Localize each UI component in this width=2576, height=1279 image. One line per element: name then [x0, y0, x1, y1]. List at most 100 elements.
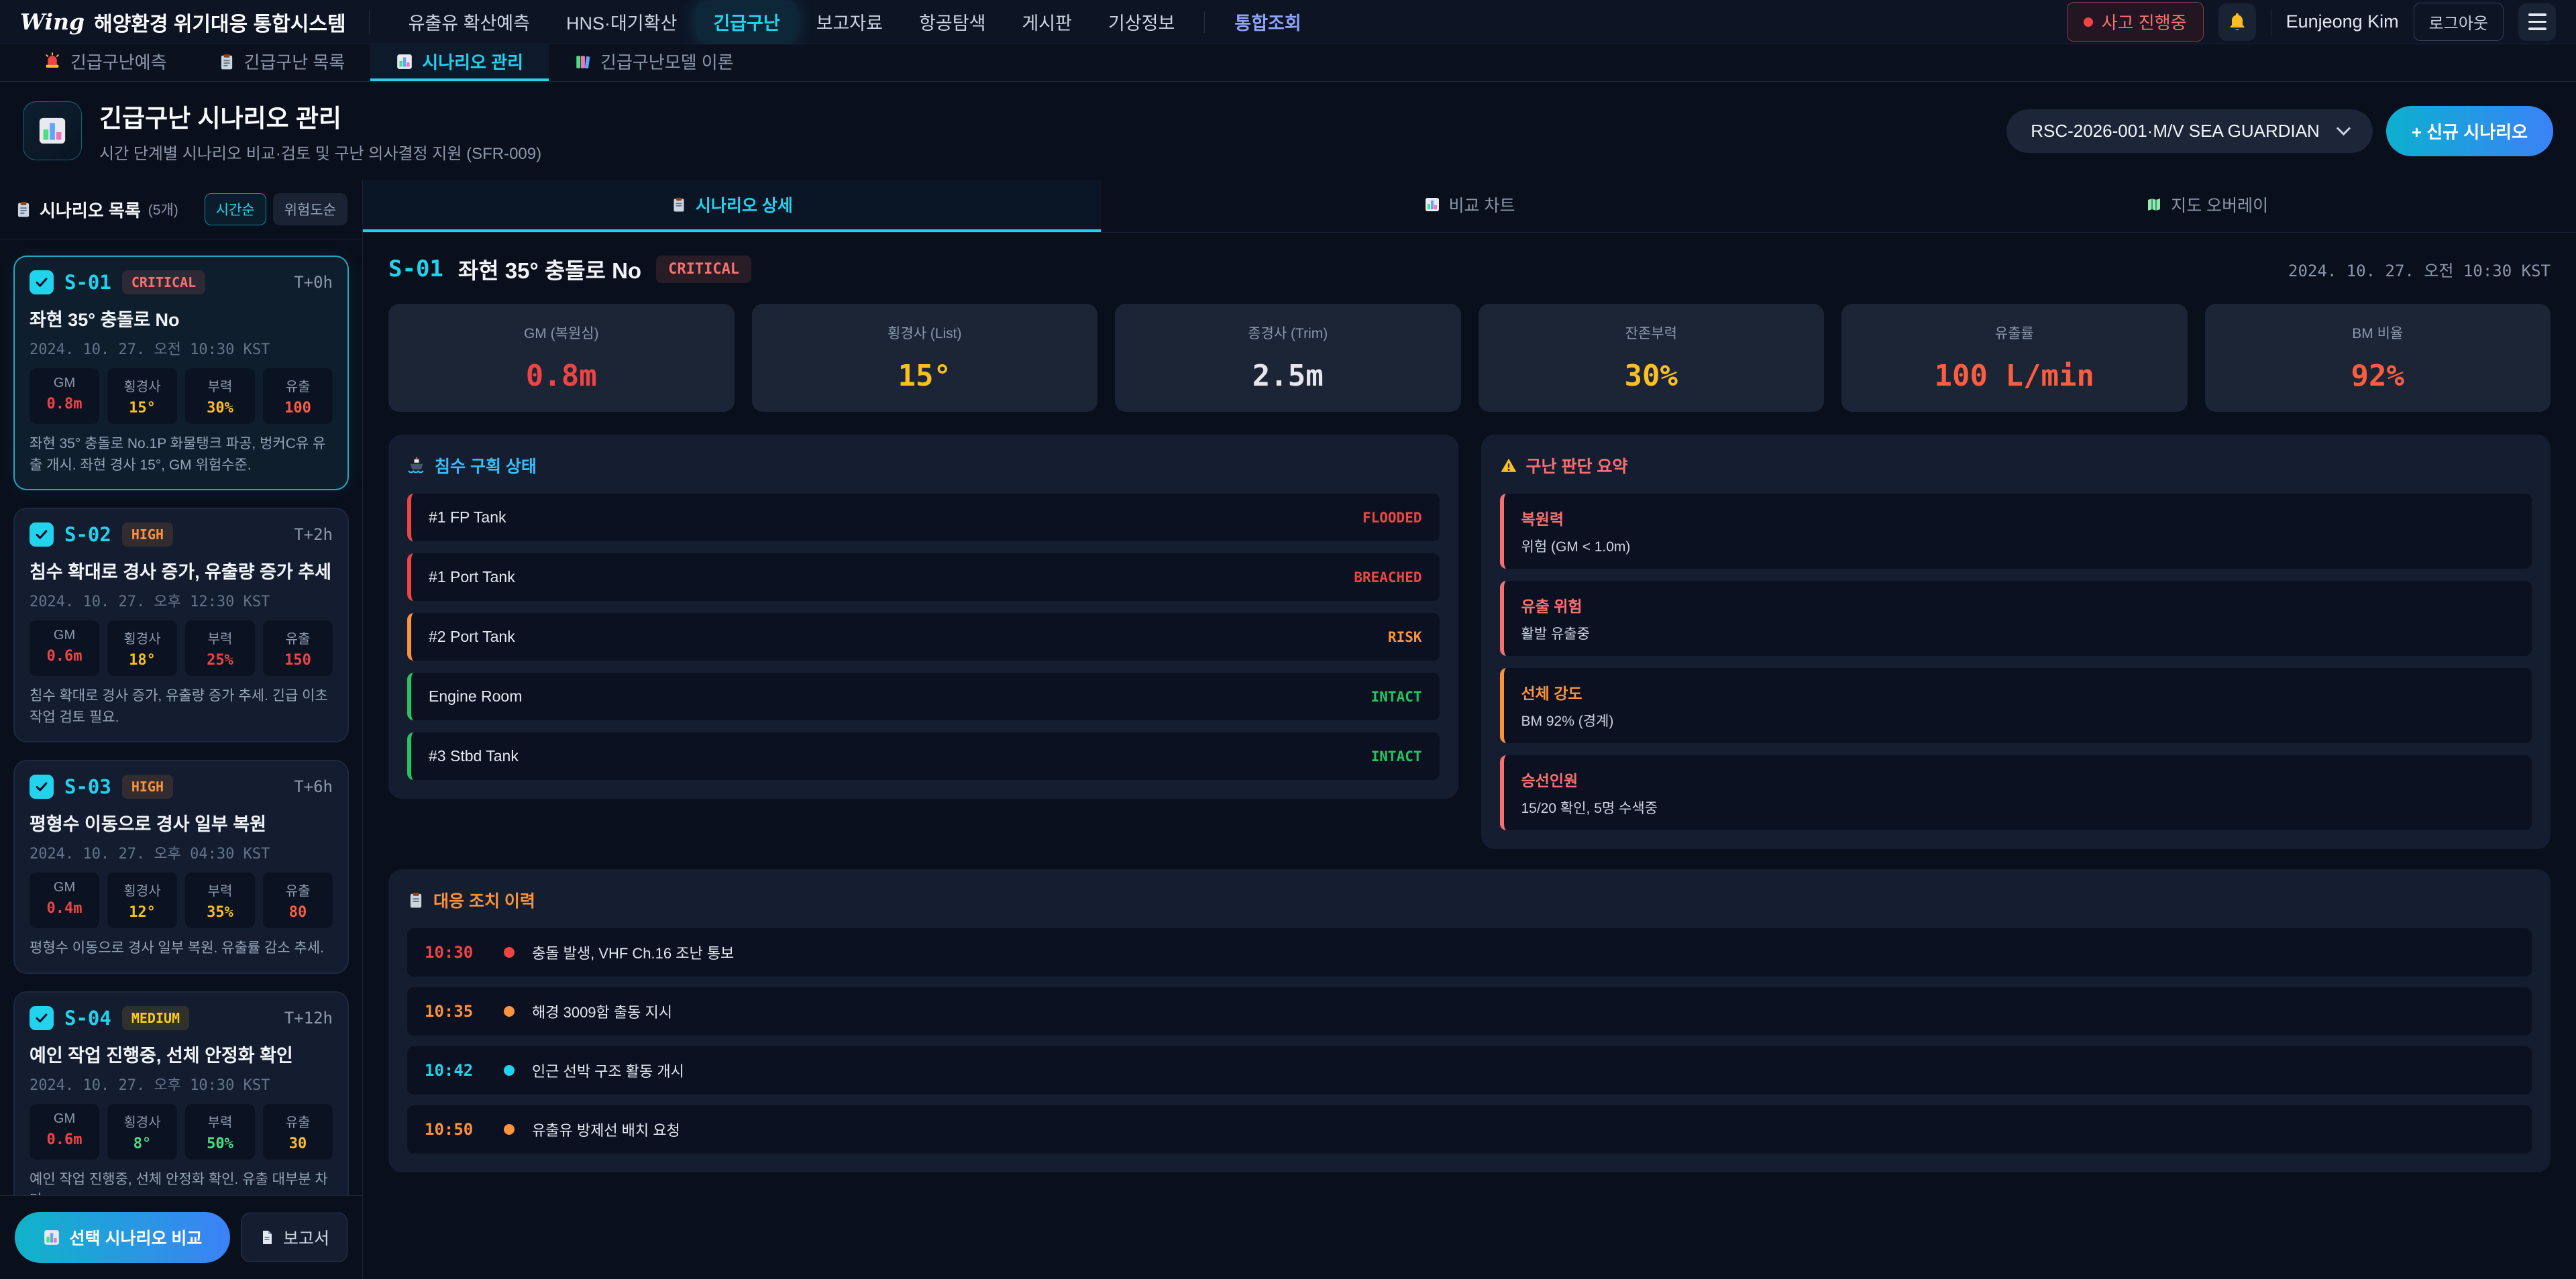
scenario-id: S-03 [64, 775, 111, 798]
scenario-checkbox[interactable] [30, 270, 54, 294]
compartment-status: BREACHED [1354, 569, 1421, 586]
nav-item-emergency-rescue[interactable]: 긴급구난 [697, 1, 796, 42]
stat-box-list: 횡경사15° [107, 368, 177, 424]
subtab-rescue-prediction[interactable]: 긴급구난예측 [17, 44, 193, 81]
subtab-rescue-model-theory[interactable]: 긴급구난모델 이론 [549, 44, 759, 81]
report-label: 보고서 [283, 1225, 329, 1249]
notification-button[interactable] [2218, 3, 2256, 41]
logo-mark: Wing [20, 9, 85, 35]
history-rows: 10:30 충돌 발생, VHF Ch.16 조난 통보 10:35 해경 30… [407, 928, 2532, 1154]
logout-button[interactable]: 로그아웃 [2414, 3, 2504, 41]
compare-scenarios-label: 선택 시나리오 비교 [70, 1225, 203, 1249]
stat-box-buoyancy: 부력30% [185, 368, 255, 424]
metric-cards: GM (복원심) 0.8m 횡경사 (List) 15° 종경사 (Trim) … [388, 304, 2551, 412]
scenario-checkbox[interactable] [30, 522, 54, 547]
metric-card-trim: 종경사 (Trim) 2.5m [1115, 304, 1461, 412]
ship-icon [407, 456, 426, 475]
nav-item-aerial-search[interactable]: 항공탐색 [903, 1, 1002, 42]
severity-badge: MEDIUM [122, 1006, 189, 1030]
tab-map-overlay[interactable]: 지도 오버레이 [1838, 180, 2576, 232]
scenario-sidebar: 시나리오 목록 (5개) 시간순 위험도순 S-01 CRITICAL [0, 180, 363, 1279]
scenario-id: S-01 [64, 271, 111, 294]
compartment-row: #2 Port Tank RISK [407, 613, 1440, 661]
chart-icon [37, 115, 68, 146]
scenario-checkbox[interactable] [30, 775, 54, 799]
tab-scenario-detail[interactable]: 시나리오 상세 [363, 180, 1101, 232]
severity-badge: HIGH [122, 522, 173, 547]
detail-header: S-01 좌현 35° 충돌로 No CRITICAL 2024. 10. 27… [388, 253, 2551, 285]
sort-by-risk-button[interactable]: 위험도순 [273, 193, 347, 225]
scenario-stats: GM0.6m 횡경사18° 부력25% 유출150 [30, 620, 333, 676]
new-scenario-button[interactable]: + 신규 시나리오 [2386, 106, 2553, 156]
assessment-rows: 복원력 위험 (GM < 1.0m) 유출 위험 활발 유출중 선체 강도 BM… [1500, 494, 2532, 830]
scenario-description: 평형수 이동으로 경사 일부 복원. 유출률 감소 추세. [30, 938, 333, 959]
scenario-card-header: S-01 CRITICAL T+0h [30, 270, 333, 294]
nav-item-hns[interactable]: HNS·대기확산 [550, 1, 693, 42]
tab-comparison-chart[interactable]: 비교 차트 [1101, 180, 1839, 232]
report-button[interactable]: 보고서 [241, 1213, 347, 1262]
scenario-id: S-02 [64, 523, 111, 546]
stat-box-buoyancy: 부력25% [185, 620, 255, 676]
scenario-card-s03[interactable]: S-03 HIGH T+6h 평형수 이동으로 경사 일부 복원 2024. 1… [13, 760, 349, 974]
hamburger-icon [2528, 13, 2546, 30]
time-offset: T+6h [294, 777, 333, 796]
main-content: 시나리오 상세 비교 차트 지도 오버레이 S-01 [363, 180, 2576, 1279]
history-row: 10:35 해경 3009함 출동 지시 [407, 987, 2532, 1036]
severity-badge: CRITICAL [656, 256, 751, 283]
assessment-row: 복원력 위험 (GM < 1.0m) [1500, 494, 2532, 569]
history-row: 10:50 유출유 방제선 배치 요청 [407, 1105, 2532, 1154]
panel-title: 구난 판단 요약 [1500, 453, 2532, 478]
panel-title: 침수 구획 상태 [407, 453, 1440, 478]
assessment-title: 유출 위험 [1521, 594, 2515, 616]
compartment-status: INTACT [1371, 748, 1422, 765]
menu-button[interactable] [2518, 3, 2556, 41]
assessment-detail: 활발 유출중 [1521, 623, 2515, 643]
sub-tab-bar: 긴급구난예측 긴급구난 목록 시나리오 관리 긴급구난모델 이론 [0, 44, 2576, 82]
assessment-row: 유출 위험 활발 유출중 [1500, 581, 2532, 656]
subtab-scenario-management[interactable]: 시나리오 관리 [370, 44, 549, 81]
detail-scenario-title: 좌현 35° 충돌로 No [458, 253, 641, 285]
scenario-date: 2024. 10. 27. 오후 12:30 KST [30, 590, 333, 611]
scenario-card-header: S-04 MEDIUM T+12h [30, 1006, 333, 1030]
subtab-label: 긴급구난 목록 [244, 49, 345, 74]
scenario-stats: GM0.8m 횡경사15° 부력30% 유출100 [30, 368, 333, 424]
scenario-title: 예인 작업 진행중, 선체 안정화 확인 [30, 1041, 333, 1067]
scenario-description: 침수 확대로 경사 증가, 유출량 증가 추세. 긴급 이초 작업 검토 필요. [30, 685, 333, 728]
history-text: 해경 3009함 출동 지시 [532, 1001, 672, 1022]
compartment-status-panel: 침수 구획 상태 #1 FP Tank FLOODED #1 Port Tank… [388, 435, 1458, 799]
nav-item-integrated-search[interactable]: 통합조회 [1218, 1, 1317, 42]
stat-box-list: 횡경사18° [107, 620, 177, 676]
subtab-label: 시나리오 관리 [422, 49, 523, 74]
scenario-card-s02[interactable]: S-02 HIGH T+2h 침수 확대로 경사 증가, 유출량 증가 추세 2… [13, 508, 349, 742]
scenario-date: 2024. 10. 27. 오후 10:30 KST [30, 1073, 333, 1095]
page-icon [23, 101, 82, 160]
nav-item-board[interactable]: 게시판 [1006, 1, 1088, 42]
clipboard-icon [671, 197, 687, 213]
compartment-row: #3 Stbd Tank INTACT [407, 732, 1440, 780]
scenario-description: 예인 작업 진행중, 선체 안정화 확인. 유출 대부분 차단. [30, 1169, 333, 1196]
nav-item-oil-spill[interactable]: 유출유 확산예측 [392, 1, 546, 42]
content-body: 시나리오 목록 (5개) 시간순 위험도순 S-01 CRITICAL [0, 180, 2576, 1279]
history-text: 충돌 발생, VHF Ch.16 조난 통보 [532, 942, 734, 963]
nav-item-weather[interactable]: 기상정보 [1092, 1, 1191, 42]
compartment-row: Engine Room INTACT [407, 673, 1440, 720]
page-title: 긴급구난 시나리오 관리 [99, 98, 541, 134]
compare-scenarios-button[interactable]: 선택 시나리오 비교 [15, 1212, 230, 1263]
scenario-checkbox[interactable] [30, 1006, 54, 1030]
app-logo: Wing 해양환경 위기대응 통합시스템 [20, 7, 346, 37]
nav-item-reports[interactable]: 보고자료 [800, 1, 899, 42]
subtab-rescue-list[interactable]: 긴급구난 목록 [193, 44, 371, 81]
sort-by-time-button[interactable]: 시간순 [205, 193, 266, 225]
page-title-block: 긴급구난 시나리오 관리 시간 단계별 시나리오 비교·검토 및 구난 의사결정… [99, 98, 541, 164]
history-text: 유출유 방제선 배치 요청 [532, 1119, 680, 1140]
sort-buttons: 시간순 위험도순 [205, 193, 347, 225]
incident-selector[interactable]: RSC-2026-001·M/V SEA GUARDIAN [2006, 109, 2373, 153]
top-bar: Wing 해양환경 위기대응 통합시스템 유출유 확산예측 HNS·대기확산 긴… [0, 0, 2576, 44]
scenario-detail-panel: S-01 좌현 35° 충돌로 No CRITICAL 2024. 10. 27… [363, 233, 2576, 1279]
panel-title: 대응 조치 이력 [407, 888, 2532, 912]
scenario-card-s04[interactable]: S-04 MEDIUM T+12h 예인 작업 진행중, 선체 안정화 확인 2… [13, 991, 349, 1196]
rescue-assessment-panel: 구난 판단 요약 복원력 위험 (GM < 1.0m) 유출 위험 활발 유출중 [1481, 435, 2551, 849]
compartment-status: FLOODED [1362, 510, 1422, 526]
scenario-card-s01[interactable]: S-01 CRITICAL T+0h 좌현 35° 충돌로 No 2024. 1… [13, 256, 349, 490]
history-row: 10:42 인근 선박 구조 활동 개시 [407, 1046, 2532, 1095]
